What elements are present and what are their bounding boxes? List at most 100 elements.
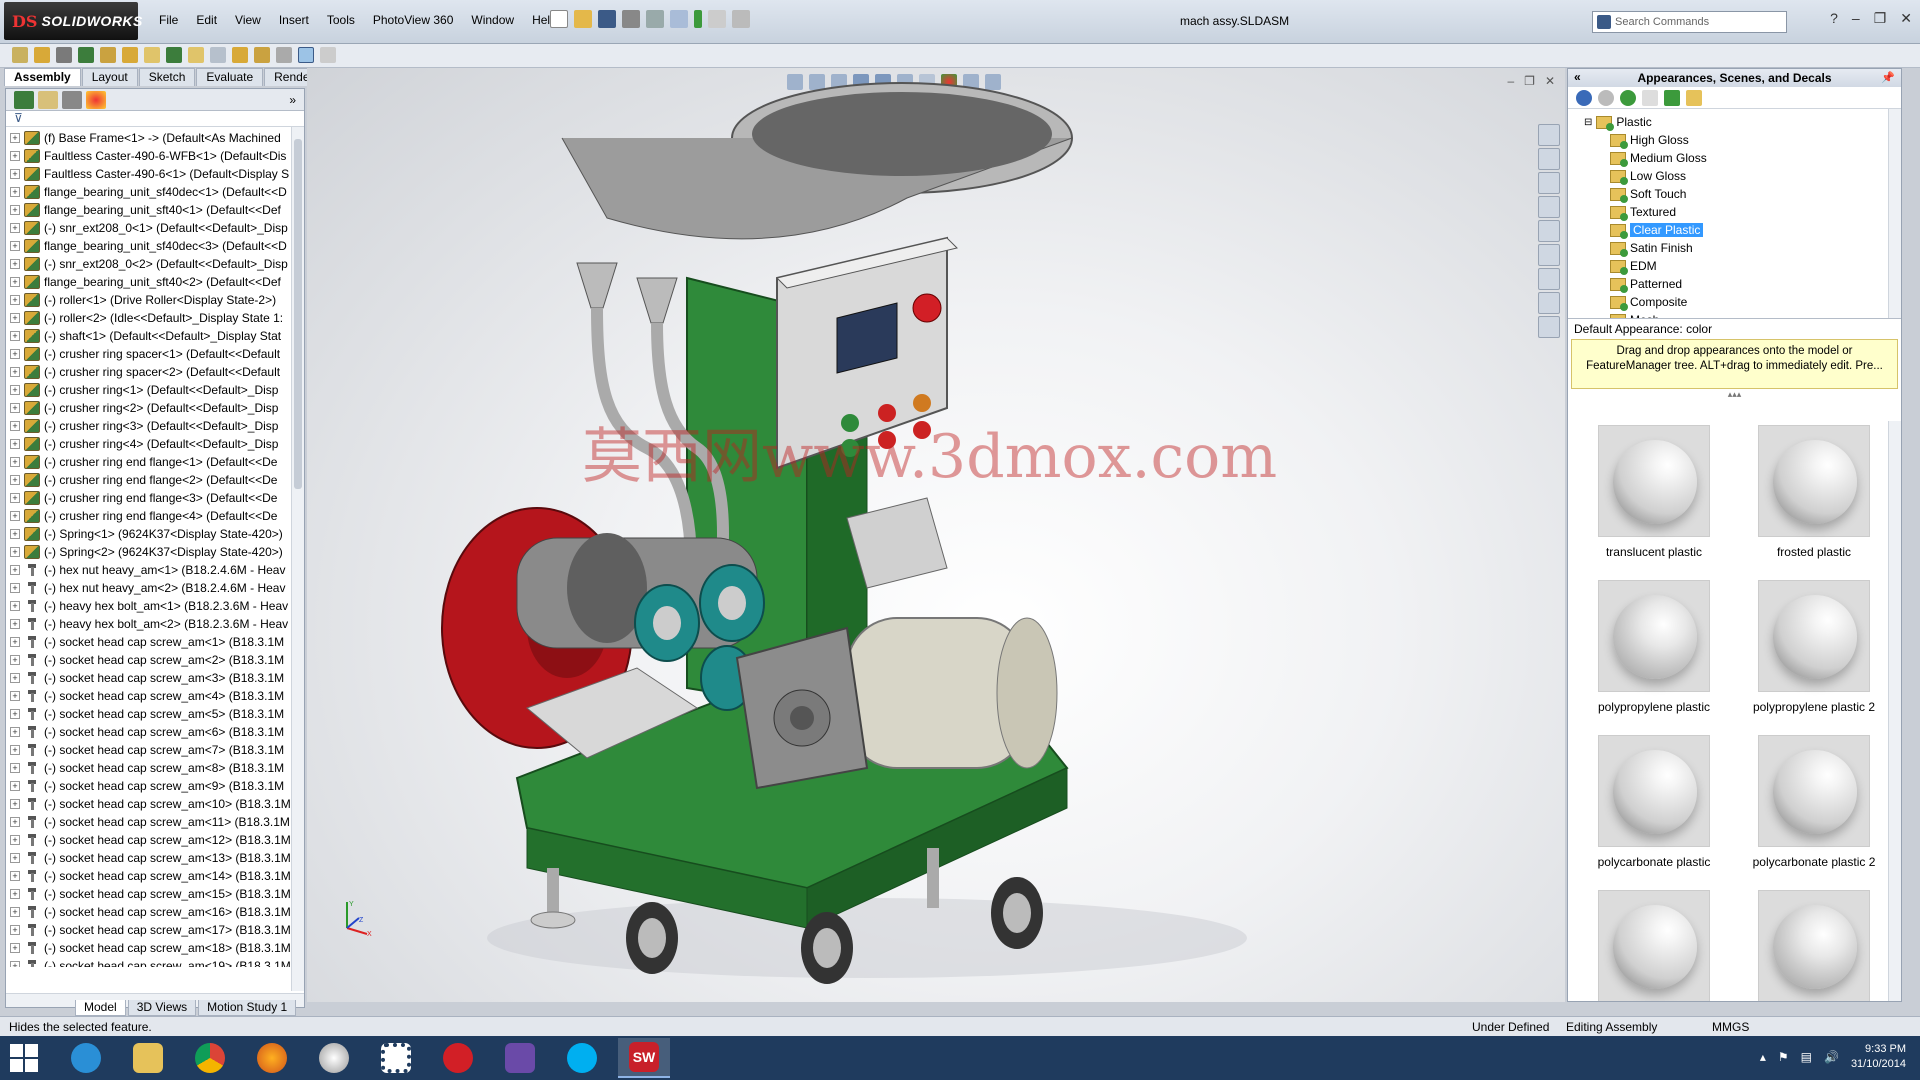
tree-item[interactable]: + Faultless Caster-490-6-WFB<1> (Default<… [10,147,295,165]
new-document-icon[interactable] [550,10,568,28]
refresh-icon[interactable] [1664,89,1680,106]
select-icon[interactable] [670,10,688,28]
expand-icon[interactable]: + [10,169,20,179]
show-hidden-icon[interactable] [144,47,160,63]
configuration-manager-tab-icon[interactable] [62,90,82,109]
store-icon[interactable] [370,1038,422,1078]
tree-item[interactable]: + (-) crusher ring<1> (Default<<Default>_… [10,381,295,399]
appearance-swatch[interactable]: polypropylene plastic 2 [1734,580,1888,735]
menu-tools[interactable]: Tools [318,13,364,27]
solidworks-logo[interactable]: DS SOLIDWORKS [4,2,142,40]
tree-item[interactable]: + (-) crusher ring<4> (Default<<Default>_… [10,435,295,453]
file-explorer-taskbar-icon[interactable] [122,1038,174,1078]
search-commands-input[interactable]: Search Commands [1592,11,1787,33]
start-button[interactable] [10,1044,38,1072]
expand-icon[interactable]: + [10,367,20,377]
paint-icon[interactable] [308,1038,360,1078]
solidworks-taskbar-icon[interactable]: SW [618,1038,670,1078]
expand-icon[interactable]: + [10,223,20,233]
expand-icon[interactable]: + [10,817,20,827]
tree-item[interactable]: + (-) socket head cap screw_am<8> (B18.3.… [10,759,295,777]
appearance-category-item[interactable]: Clear Plastic [1610,221,1901,239]
pin-icon[interactable]: 📌 [1881,71,1895,84]
appearance-swatch[interactable]: translucent plastic [1574,425,1734,580]
tree-item[interactable]: + flange_bearing_unit_sft40<2> (Default<<… [10,273,295,291]
tree-item[interactable]: + (-) crusher ring end flange<3> (Default… [10,489,295,507]
tree-item[interactable]: + (-) socket head cap screw_am<7> (B18.3.… [10,741,295,759]
tree-item[interactable]: + (-) socket head cap screw_am<9> (B18.3.… [10,777,295,795]
solidworks-forum-icon[interactable] [1538,268,1560,290]
appearance-category-item[interactable]: Soft Touch [1610,185,1901,203]
expand-icon[interactable]: + [10,889,20,899]
expand-icon[interactable]: + [10,583,20,593]
tree-filter[interactable]: ⊽ [6,111,304,127]
expand-icon[interactable]: + [10,781,20,791]
tree-item[interactable]: + (-) socket head cap screw_am<19> (B18.3… [10,957,295,967]
tree-item[interactable]: + (-) Spring<1> (9624K37<Display State-42… [10,525,295,543]
open-icon[interactable] [574,10,592,28]
expand-icon[interactable]: + [10,871,20,881]
save-icon[interactable] [598,10,616,28]
appearances-tab-icon[interactable] [1538,220,1560,242]
update-speedpak-icon[interactable] [320,47,336,63]
3d-content-central-icon[interactable] [1538,316,1560,338]
appearance-swatch[interactable]: polypropylene plastic [1574,580,1734,735]
menu-insert[interactable]: Insert [270,13,318,27]
property-manager-tab-icon[interactable] [38,90,58,109]
expand-icon[interactable]: + [10,673,20,683]
appearance-swatch[interactable]: acrylic [1574,890,1734,1001]
expand-icon[interactable]: + [10,835,20,845]
component-pattern-icon[interactable] [78,47,94,63]
expand-icon[interactable]: + [10,313,20,323]
appearance-category-item[interactable]: High Gloss [1610,131,1901,149]
expand-icon[interactable]: + [10,961,20,967]
tab-evaluate[interactable]: Evaluate [196,68,264,86]
insert-components-icon[interactable] [34,47,50,63]
instant3d-icon[interactable] [298,47,314,63]
smart-fasteners-icon[interactable] [100,47,116,63]
minimize-icon[interactable]: – [1852,10,1860,27]
tree-item[interactable]: + (-) heavy hex bolt_am<1> (B18.2.3.6M - … [10,597,295,615]
tree-item[interactable]: + (-) socket head cap screw_am<13> (B18.3… [10,849,295,867]
menu-window[interactable]: Window [462,13,523,27]
tab-layout[interactable]: Layout [81,68,138,86]
tree-item[interactable]: + (-) socket head cap screw_am<6> (B18.3.… [10,723,295,741]
tree-item[interactable]: + (-) socket head cap screw_am<14> (B18.3… [10,867,295,885]
expand-icon[interactable]: + [10,331,20,341]
collapse-panel-icon[interactable]: « [1574,70,1581,84]
tree-item[interactable]: + (-) socket head cap screw_am<11> (B18.3… [10,813,295,831]
photoshop-icon[interactable] [494,1038,546,1078]
expand-icon[interactable]: + [10,853,20,863]
file-explorer-icon[interactable] [1538,172,1560,194]
expand-icon[interactable]: + [10,547,20,557]
appearance-swatch[interactable]: high density polyethylene [1734,890,1888,1001]
tree-item[interactable]: + flange_bearing_unit_sf40dec<3> (Default… [10,237,295,255]
menu-file[interactable]: File [150,13,187,27]
up-one-level-icon[interactable] [1686,89,1702,106]
tree-item[interactable]: + (-) crusher ring spacer<2> (Default<<De… [10,363,295,381]
volume-icon[interactable]: 🔊 [1824,1050,1839,1064]
expand-icon[interactable]: + [10,277,20,287]
explode-line-sketch-icon[interactable] [276,47,292,63]
expand-icon[interactable]: + [10,205,20,215]
restore-icon[interactable]: ❐ [1874,10,1887,27]
status-units[interactable]: MMGS [1712,1020,1749,1034]
chrome-icon[interactable] [184,1038,236,1078]
appearance-category-item[interactable]: Mesh [1610,311,1901,318]
internet-explorer-icon[interactable] [60,1038,112,1078]
clock[interactable]: 9:33 PM 31/10/2014 [1851,1042,1906,1072]
forward-icon[interactable] [1598,89,1614,106]
appearance-category-item[interactable]: Textured [1610,203,1901,221]
expand-icon[interactable]: + [10,727,20,737]
appearance-category-item[interactable]: Patterned [1610,275,1901,293]
tab-sketch[interactable]: Sketch [138,68,196,86]
opera-icon[interactable] [432,1038,484,1078]
expand-icon[interactable]: + [10,655,20,665]
design-library-icon[interactable] [1538,148,1560,170]
expand-icon[interactable]: + [10,799,20,809]
tree-item[interactable]: + (-) shaft<1> (Default<<Default>_Display… [10,327,295,345]
tab-assembly[interactable]: Assembly [4,68,81,86]
edit-component-icon[interactable] [12,47,28,63]
action-center-icon[interactable]: ⚑ [1778,1050,1789,1064]
appearance-swatch[interactable]: polycarbonate plastic 2 [1734,735,1888,890]
